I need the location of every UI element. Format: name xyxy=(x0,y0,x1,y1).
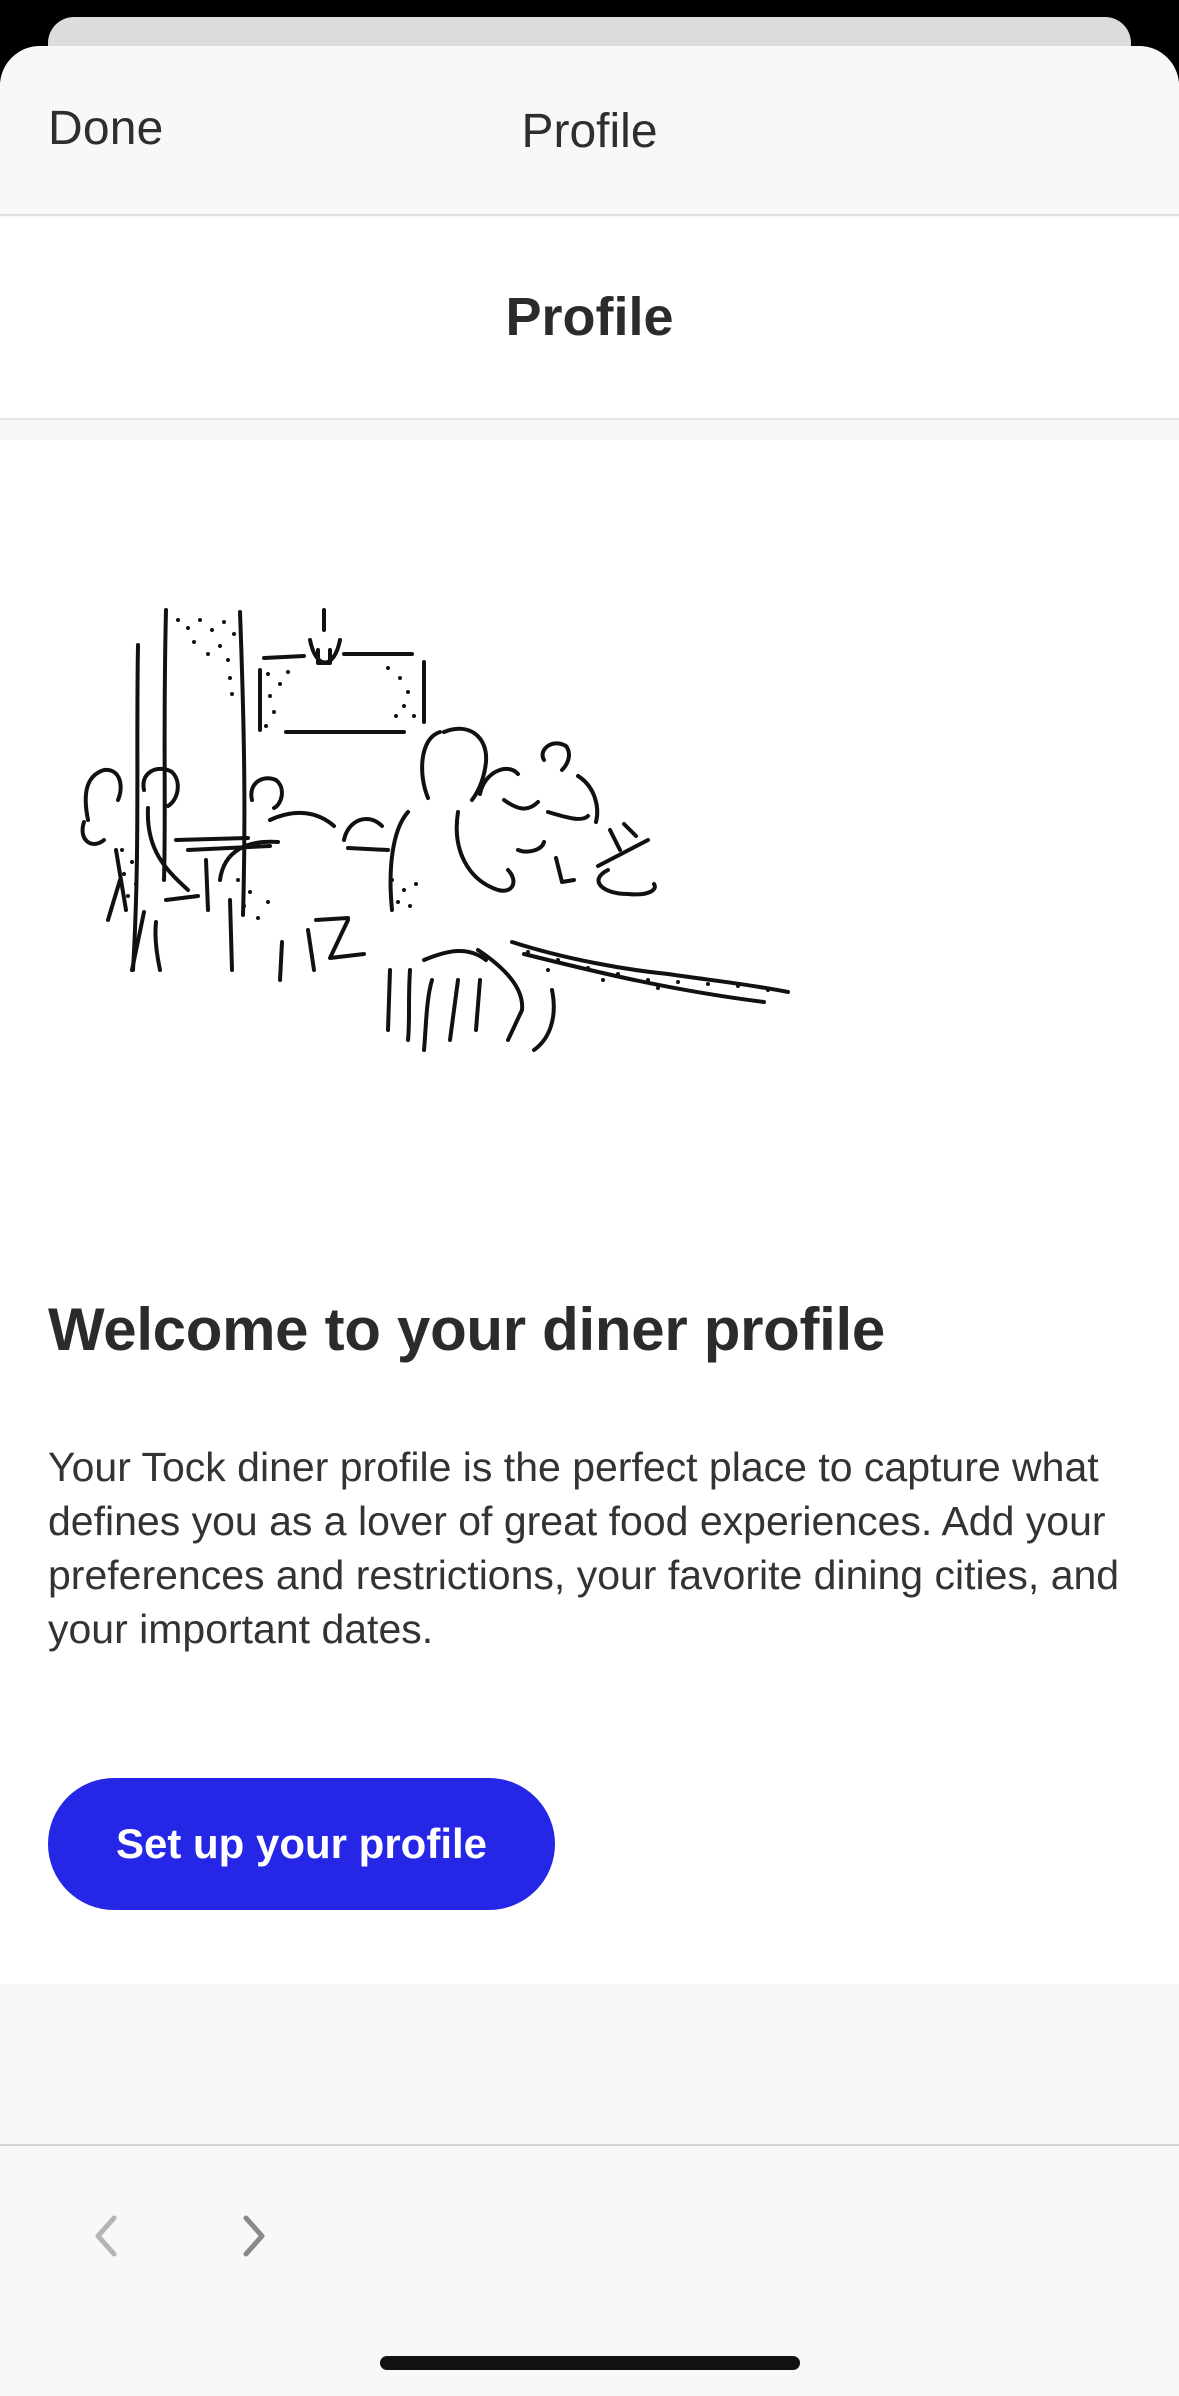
nav-title: Profile xyxy=(521,105,658,158)
welcome-card: Welcome to your diner profile Your Tock … xyxy=(0,440,1179,1984)
home-indicator xyxy=(380,2356,800,2370)
chevron-right-icon[interactable] xyxy=(212,2196,292,2276)
empty-area xyxy=(0,1984,1179,2144)
welcome-heading: Welcome to your diner profile xyxy=(48,1296,885,1363)
section-divider xyxy=(0,422,1179,440)
page-header: Profile xyxy=(0,218,1179,420)
page-title: Profile xyxy=(505,287,674,347)
welcome-description: Your Tock diner profile is the perfect p… xyxy=(48,1444,1120,1652)
nav-bar: Done Profile xyxy=(0,46,1179,216)
chevron-left-icon[interactable] xyxy=(68,2196,148,2276)
profile-sheet: Done Profile Profile Welcome to your din… xyxy=(0,46,1179,2396)
set-up-profile-button[interactable]: Set up your profile xyxy=(48,1778,555,1910)
diners-at-bar-illustration xyxy=(80,608,790,1052)
